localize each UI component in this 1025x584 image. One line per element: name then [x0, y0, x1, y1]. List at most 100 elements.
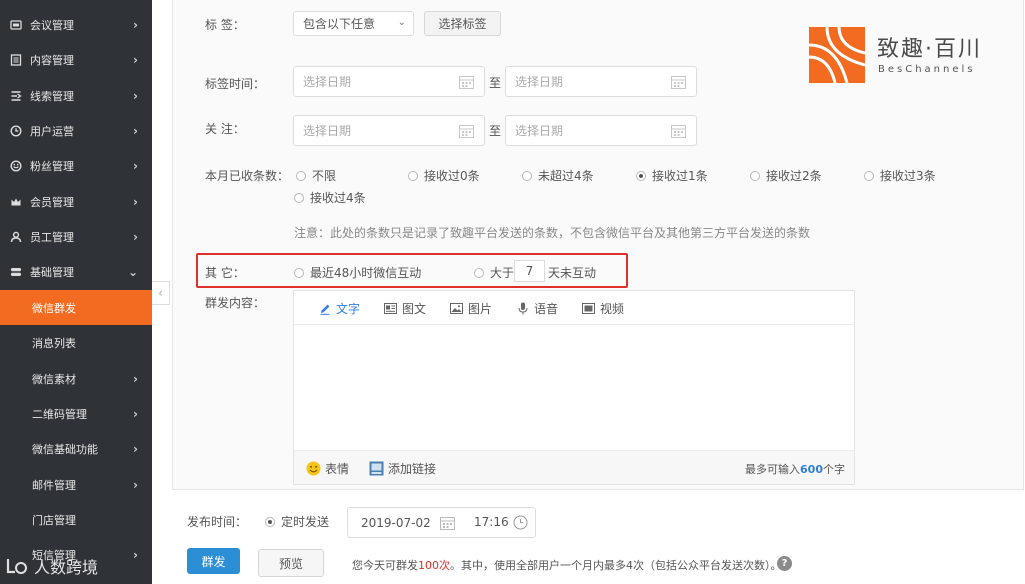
- calendar-icon: [671, 125, 686, 138]
- document-icon: [10, 53, 22, 66]
- sidebar-item-stores[interactable]: 门店管理: [0, 502, 152, 537]
- radio-label: 未超过4条: [538, 169, 594, 183]
- sidebar-item-leads[interactable]: 线索管理 ›: [0, 78, 152, 113]
- publish-time-label: 发布时间：: [187, 515, 248, 529]
- preview-button[interactable]: 预览: [258, 549, 324, 577]
- radio-icon: [522, 170, 532, 181]
- char-limit: 最多可输入600个字: [745, 463, 845, 476]
- follow-start-input[interactable]: 选择日期: [293, 115, 485, 146]
- radio-label: 接收过3条: [880, 169, 936, 183]
- tab-label: 图文: [402, 302, 427, 316]
- crown-icon: [10, 196, 22, 208]
- sidebar-item-content[interactable]: 内容管理 ›: [0, 42, 152, 77]
- editor-footer: 表情 添加链接 最多可输入600个字: [294, 450, 854, 484]
- received-option-2[interactable]: 接收过2条: [750, 167, 822, 184]
- follow-label: 关 注：: [205, 122, 245, 136]
- interact-48h-radio[interactable]: 最近48小时微信互动: [294, 264, 421, 281]
- fan-icon: [10, 159, 22, 172]
- sidebar-item-wechat-broadcast[interactable]: 微信群发: [0, 290, 152, 325]
- tags-label: 标 签：: [205, 18, 245, 32]
- sidebar-item-label: 邮件管理: [32, 478, 76, 492]
- received-option-0[interactable]: 接收过0条: [408, 167, 480, 184]
- sidebar-item-staff[interactable]: 员工管理 ›: [0, 219, 152, 254]
- tab-voice[interactable]: 语音: [516, 300, 558, 317]
- chevron-right-icon: ›: [133, 123, 138, 138]
- send-broadcast-button[interactable]: 群发: [187, 548, 240, 574]
- range-separator: 至: [489, 76, 502, 90]
- sidebar-item-basic[interactable]: 基础管理 ⌄: [0, 254, 152, 289]
- sidebar-item-label: 微信基础功能: [32, 442, 98, 456]
- clock-icon: [10, 124, 22, 137]
- chevron-right-icon: ›: [133, 88, 138, 103]
- sidebar-item-wechat-materials[interactable]: 微信素材 ›: [0, 361, 152, 396]
- add-link-button[interactable]: 添加链接: [369, 460, 436, 477]
- emoji-label: 表情: [325, 462, 350, 476]
- sidebar-item-message-list[interactable]: 消息列表: [0, 325, 152, 360]
- emoji-button[interactable]: 表情: [306, 460, 349, 477]
- other-label: 其 它：: [205, 266, 245, 280]
- watermark-logo-icon: [6, 559, 27, 574]
- tag-time-end-input[interactable]: 选择日期: [505, 66, 697, 97]
- sidebar-item-fans[interactable]: 粉丝管理 ›: [0, 148, 152, 183]
- received-option-1[interactable]: 接收过1条: [636, 167, 708, 184]
- link-image-icon: [369, 461, 384, 476]
- sidebar-item-email[interactable]: 邮件管理 ›: [0, 467, 152, 502]
- no-interact-days-radio[interactable]: 大于: [474, 264, 514, 281]
- follow-end-input[interactable]: 选择日期: [505, 115, 697, 146]
- sidebar-item-wechat-basic[interactable]: 微信基础功能 ›: [0, 431, 152, 466]
- radio-label: 不限: [312, 169, 337, 183]
- calendar-icon: [671, 76, 686, 89]
- days-input[interactable]: 7: [514, 260, 545, 282]
- publish-datetime-input[interactable]: 2019-07-02 17:16: [347, 507, 536, 538]
- radio-label: 接收过4条: [310, 191, 366, 205]
- content-label: 群发内容：: [205, 296, 266, 310]
- tags-match-value: 包含以下任意: [303, 17, 376, 31]
- tag-time-start-input[interactable]: 选择日期: [293, 66, 485, 97]
- received-note: 注意：此处的条数只是记录了致趣平台发送的条数，不包含微信平台及其他第三方平台发送…: [294, 226, 811, 240]
- tab-news[interactable]: 图文: [384, 300, 426, 317]
- help-icon[interactable]: ?: [777, 556, 792, 571]
- radio-label: 接收过2条: [766, 169, 822, 183]
- radio-icon: [408, 170, 418, 181]
- watermark: 人数跨境: [6, 554, 98, 578]
- clock-icon: [513, 515, 528, 530]
- date-placeholder: 选择日期: [515, 75, 564, 89]
- received-option-unlimited[interactable]: 不限: [296, 167, 336, 184]
- funnel-icon: [10, 90, 22, 102]
- message-editor: 文字 图文 图片 语音 视频 表情 添加链接 最多可输入600个字: [293, 290, 855, 485]
- tab-image[interactable]: 图片: [450, 300, 492, 317]
- sidebar-item-label: 二维码管理: [32, 407, 87, 421]
- received-option-4[interactable]: 接收过4条: [294, 189, 366, 206]
- tab-video[interactable]: 视频: [582, 300, 624, 317]
- received-option-max4[interactable]: 未超过4条: [522, 167, 594, 184]
- sidebar-item-members[interactable]: 会员管理 ›: [0, 184, 152, 219]
- radio-icon: [474, 267, 484, 278]
- received-option-3[interactable]: 接收过3条: [864, 167, 936, 184]
- date-placeholder: 选择日期: [303, 124, 352, 138]
- sidebar-item-meeting[interactable]: 会议管理 ›: [0, 7, 152, 42]
- sidebar-item-user-ops[interactable]: 用户运营 ›: [0, 113, 152, 148]
- emoji-icon: [306, 461, 321, 476]
- sidebar-item-qrcode[interactable]: 二维码管理 ›: [0, 396, 152, 431]
- select-tags-button[interactable]: 选择标签: [424, 11, 501, 36]
- watermark-text: 人数跨境: [34, 558, 99, 577]
- tab-text[interactable]: 文字: [318, 300, 360, 317]
- sidebar-item-label: 门店管理: [32, 513, 76, 527]
- user-icon: [10, 231, 22, 243]
- radio-icon: [864, 170, 874, 181]
- scheduled-send-radio[interactable]: 定时发送: [265, 513, 329, 530]
- radio-label: 最近48小时微信互动: [310, 266, 422, 280]
- radio-label: 定时发送: [281, 515, 330, 529]
- radio-label: 接收过0条: [424, 169, 480, 183]
- radio-selected-icon: [636, 170, 646, 181]
- date-placeholder: 选择日期: [515, 124, 564, 138]
- tags-match-select[interactable]: 包含以下任意 ⌄: [293, 11, 414, 36]
- chevron-right-icon: ›: [133, 229, 138, 244]
- calendar-icon: [459, 125, 474, 138]
- brand-subtitle: BesChannels: [878, 64, 976, 75]
- sidebar-collapse-toggle[interactable]: ‹: [152, 281, 170, 305]
- video-icon: [582, 303, 595, 315]
- chevron-right-icon: ›: [133, 441, 138, 456]
- pencil-icon: [318, 303, 331, 315]
- editor-tabs: 文字 图文 图片 语音 视频: [294, 291, 854, 325]
